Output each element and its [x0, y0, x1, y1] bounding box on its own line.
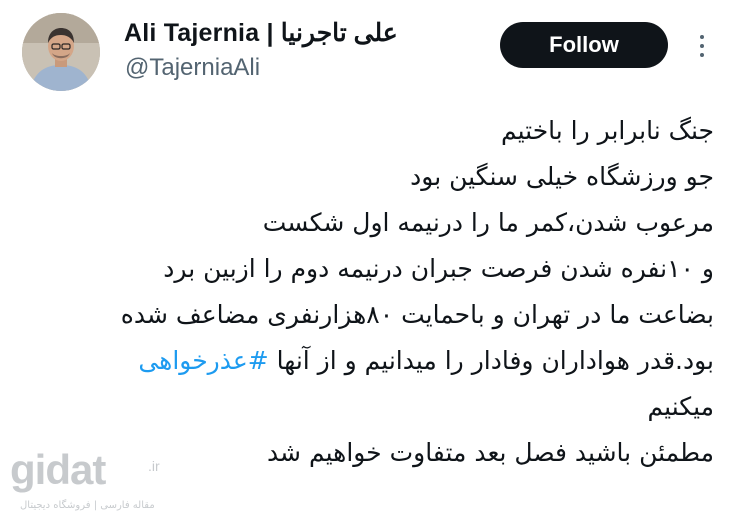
more-dot: [700, 44, 704, 48]
tweet-line: و ۱۰نفره شدن فرصت جبران درنیمه دوم را از…: [163, 254, 714, 283]
more-options-icon[interactable]: [690, 28, 714, 64]
tweet-line-text: بود.قدر هواداران وفادار را میدانیم و از …: [276, 346, 714, 375]
author-handle[interactable]: @TajerniaAli: [125, 54, 260, 82]
tweet-line-with-hashtag: بود.قدر هواداران وفادار را میدانیم و از …: [24, 338, 714, 384]
tweet-line: مرعوب شدن،کمر ما را درنیمه اول شکست: [262, 208, 714, 237]
tweet-text: جنگ نابرابر را باختیم جو ورزشگاه خیلی سن…: [24, 108, 714, 476]
author-name-row[interactable]: Ali Tajernia | علی تاجرنیا: [124, 18, 398, 48]
hashtag-link[interactable]: #عذرخواهی: [138, 346, 268, 375]
author-display-name[interactable]: Ali Tajernia | علی تاجرنیا: [124, 18, 398, 48]
tweet-line: جو ورزشگاه خیلی سنگین بود: [410, 162, 714, 191]
watermark-logo: gidat: [10, 446, 106, 493]
watermark-tagline: مقاله فارسی | فروشگاه دیجیتال: [20, 500, 155, 511]
tweet-line: بضاعت ما در تهران و باحمایت ۸۰هزارنفری م…: [120, 300, 714, 329]
tweet-line: جنگ نابرابر را باختیم: [500, 116, 714, 145]
tweet-line: میکنیم: [647, 392, 714, 421]
tweet-card: Ali Tajernia | علی تاجرنیا @TajerniaAli …: [0, 0, 740, 528]
author-avatar[interactable]: [22, 13, 100, 91]
more-dot: [700, 35, 704, 39]
watermark-tld: .ir: [148, 458, 160, 474]
watermark: gidat .ir مقاله فارسی | فروشگاه دیجیتال: [8, 446, 178, 520]
more-dot: [700, 53, 704, 57]
avatar-image: [22, 13, 100, 91]
follow-button[interactable]: Follow: [500, 22, 668, 68]
